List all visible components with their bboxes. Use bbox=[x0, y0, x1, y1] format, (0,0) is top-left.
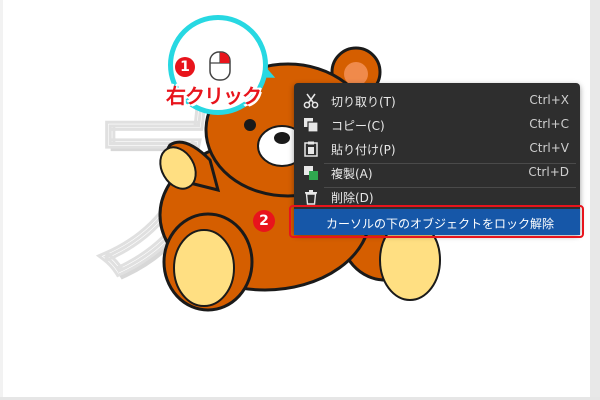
canvas-border-left bbox=[0, 0, 3, 400]
menu-item-label: コピー(C) bbox=[331, 119, 385, 133]
step-2-badge: 2 bbox=[253, 210, 275, 232]
step-1-badge: 1 bbox=[175, 57, 195, 77]
menu-item-label: 複製(A) bbox=[331, 167, 373, 181]
scissors-icon bbox=[303, 93, 319, 109]
menu-item-duplicate[interactable]: 複製(A) Ctrl+D bbox=[294, 161, 580, 185]
highlight-frame bbox=[289, 205, 584, 238]
canvas-border-right bbox=[590, 0, 600, 400]
menu-item-shortcut: Ctrl+D bbox=[528, 165, 569, 179]
menu-item-cut[interactable]: 切り取り(T) Ctrl+X bbox=[294, 89, 580, 113]
menu-item-shortcut: Ctrl+V bbox=[529, 141, 569, 155]
menu-item-shortcut: Ctrl+C bbox=[529, 117, 569, 131]
menu-item-paste[interactable]: 貼り付け(P) Ctrl+V bbox=[294, 137, 580, 161]
duplicate-icon bbox=[304, 166, 318, 180]
copy-icon bbox=[304, 118, 319, 133]
menu-item-shortcut: Ctrl+X bbox=[529, 93, 569, 107]
menu-item-label: 削除(D) bbox=[331, 191, 374, 205]
menu-item-copy[interactable]: コピー(C) Ctrl+C bbox=[294, 113, 580, 137]
mouse-right-click-icon bbox=[209, 51, 231, 81]
menu-item-label: 切り取り(T) bbox=[331, 95, 396, 109]
paste-icon bbox=[304, 141, 318, 157]
trash-icon bbox=[305, 190, 317, 205]
menu-item-label: 貼り付け(P) bbox=[331, 143, 396, 157]
right-click-label: 右クリック bbox=[166, 84, 262, 108]
